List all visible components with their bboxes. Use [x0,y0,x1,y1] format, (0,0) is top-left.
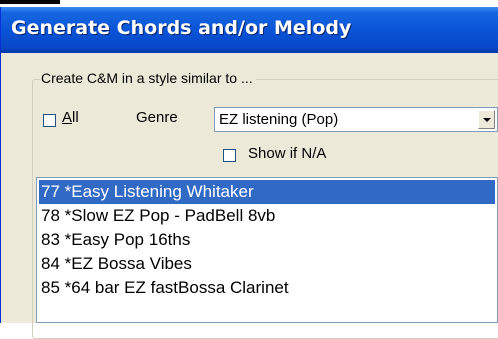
style-listbox[interactable]: 77 *Easy Listening Whitaker 78 *Slow EZ … [36,177,498,323]
list-item[interactable]: 83 *Easy Pop 16ths [39,228,495,252]
genre-select[interactable]: EZ listening (Pop) [214,107,498,132]
genre-label: Genre [136,109,178,126]
background-window-edge [0,0,60,4]
genre-dropdown-button[interactable] [478,110,495,129]
list-item[interactable]: 84 *EZ Bossa Vibes [39,252,495,276]
genre-select-value: EZ listening (Pop) [219,111,339,128]
group-legend: Create C&M in a style similar to ... [40,70,256,86]
title-bar[interactable]: Generate Chords and/or Melody [1,7,498,53]
show-na-checkbox[interactable] [223,149,236,162]
list-item[interactable]: 85 *64 bar EZ fastBossa Clarinet [39,276,495,300]
all-checkbox[interactable] [43,114,56,127]
dialog-title: Generate Chords and/or Melody [11,17,352,39]
chevron-down-icon [483,118,491,122]
all-checkbox-label[interactable]: All [62,109,79,126]
show-na-checkbox-label[interactable]: Show if N/A [248,145,326,162]
list-item[interactable]: 77 *Easy Listening Whitaker [39,180,495,204]
list-item[interactable]: 78 *Slow EZ Pop - PadBell 8vb [39,204,495,228]
